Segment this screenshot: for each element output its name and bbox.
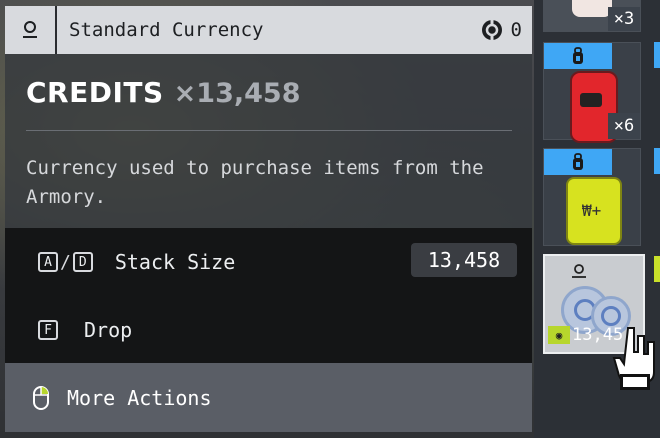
item-category-title: Standard Currency — [69, 19, 264, 41]
inventory-slot[interactable]: ×6 — [543, 42, 641, 143]
action-label: Drop — [84, 318, 133, 342]
item-thumbnail — [572, 0, 612, 17]
slot-count: ×3 — [608, 7, 640, 31]
action-label: Stack Size — [114, 250, 236, 274]
action-list: A / D Stack Size 13,458 F Drop — [5, 228, 532, 363]
stack-size-value[interactable]: 13,458 — [411, 243, 517, 277]
credits-coin-icon — [481, 20, 502, 40]
tooltip-header: Standard Currency 0 — [5, 6, 532, 54]
inventory-slot-partial[interactable] — [654, 42, 660, 68]
key-d-icon: D — [72, 252, 93, 272]
header-icon-box — [5, 6, 57, 54]
slot-category-cap — [544, 149, 612, 175]
currency-tier-icon — [572, 264, 586, 278]
key-separator: / — [60, 251, 71, 273]
divider — [26, 130, 512, 131]
yellow-gadget-item: ₩+ — [566, 177, 622, 245]
backpack-icon — [573, 47, 583, 64]
header-count-group: 0 — [481, 19, 522, 41]
header-count: 0 — [510, 19, 522, 41]
slot-count: ×6 — [608, 113, 640, 139]
item-tooltip: Standard Currency 0 CREDITS ×13,458 Curr… — [5, 6, 532, 432]
key-f-icon: F — [38, 320, 58, 340]
inventory-slot[interactable]: ×3 — [543, 0, 641, 32]
item-name-row: CREDITS ×13,458 — [26, 76, 301, 109]
mouse-right-click-icon — [33, 385, 49, 410]
item-description: Currency used to purchase items from the… — [26, 157, 484, 208]
item-quantity: ×13,458 — [173, 78, 301, 109]
more-actions-label: More Actions — [67, 385, 212, 410]
eye-icon: ◉ — [548, 326, 570, 344]
inventory-slot-partial[interactable] — [654, 148, 660, 174]
key-a-icon: A — [38, 252, 58, 272]
inventory-slot-partial[interactable] — [654, 256, 660, 282]
action-stack-size[interactable]: A / D Stack Size — [38, 250, 235, 274]
hand-cursor-icon — [612, 327, 655, 390]
currency-tier-icon — [23, 21, 37, 38]
slot-category-cap — [544, 43, 612, 69]
action-drop[interactable]: F Drop — [38, 318, 132, 342]
item-name: CREDITS — [26, 76, 164, 109]
backpack-icon — [573, 153, 583, 170]
more-actions-button[interactable]: More Actions — [5, 363, 532, 432]
inventory-slot[interactable]: ₩+ — [543, 148, 641, 246]
tooltip-body: CREDITS ×13,458 Currency used to purchas… — [5, 54, 532, 228]
